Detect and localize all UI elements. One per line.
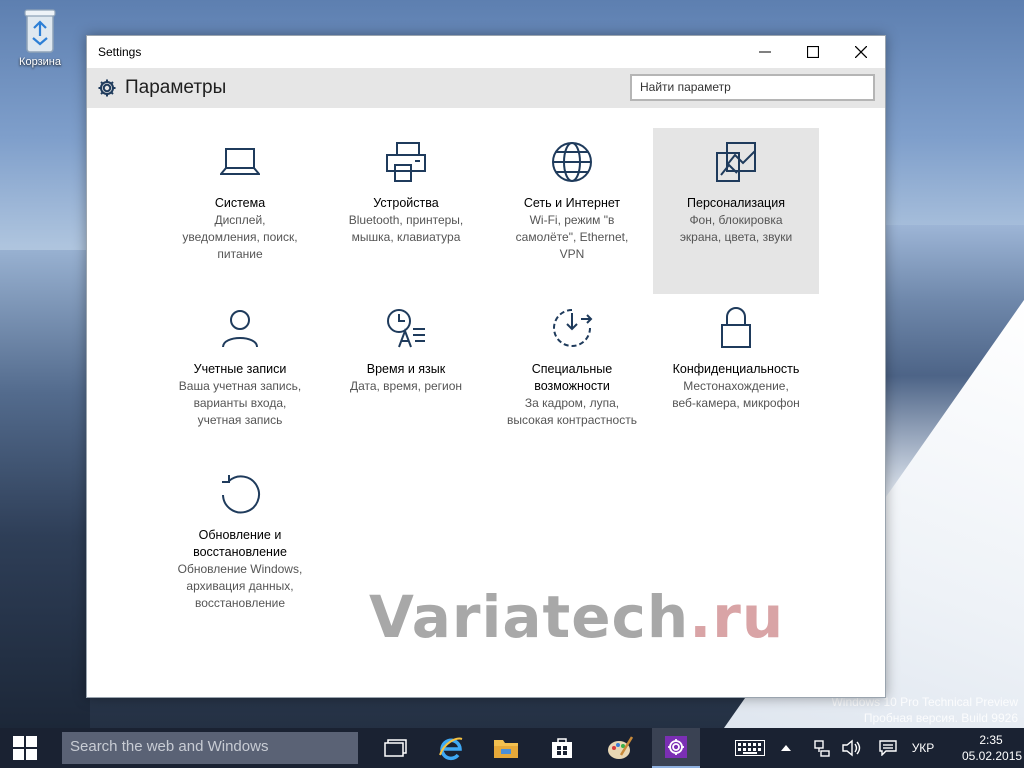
tile-name: Персонализация bbox=[687, 196, 785, 210]
action-center-button[interactable] bbox=[876, 728, 900, 768]
tile-desc: Дисплей, уведомления, поиск, питание bbox=[182, 213, 298, 261]
clock-time: 2:35 bbox=[979, 733, 1003, 747]
store-icon bbox=[552, 738, 572, 758]
tile-devices[interactable]: Устройства Bluetooth, принтеры, мышка, кл… bbox=[323, 128, 489, 294]
window-controls bbox=[741, 36, 885, 68]
tile-name: Время и язык bbox=[366, 362, 446, 376]
keyboard-icon bbox=[735, 740, 765, 756]
tile-desc: Wi-Fi, режим "в самолёте", Ethernet, VPN bbox=[515, 213, 629, 261]
tile-name: Специальные возможности bbox=[531, 362, 613, 393]
title-bar[interactable]: Settings bbox=[87, 36, 885, 68]
network-tray-button[interactable] bbox=[810, 728, 834, 768]
settings-window: Settings Параметры Найти параметр Систем… bbox=[86, 35, 886, 698]
tile-desc: За кадром, лупа, высокая контрастность bbox=[507, 396, 637, 427]
update-icon bbox=[222, 475, 260, 514]
file-explorer-button[interactable] bbox=[482, 728, 530, 768]
recycle-bin-label: Корзина bbox=[19, 56, 61, 68]
tile-name: Устройства bbox=[373, 196, 439, 210]
close-icon bbox=[855, 46, 867, 58]
tile-system[interactable]: Система Дисплей, уведомления, поиск, питан… bbox=[157, 128, 323, 294]
store-button[interactable] bbox=[538, 728, 586, 768]
settings-icon bbox=[665, 736, 687, 758]
paint-app-button[interactable] bbox=[596, 728, 644, 768]
tile-accounts[interactable]: Учетные записи Ваша учетная запись, вариа… bbox=[157, 294, 323, 460]
tile-name: Обновление и восстановление bbox=[193, 528, 287, 559]
tile-desc: Фон, блокировка экрана, цвета, звуки bbox=[679, 213, 793, 244]
file-explorer-icon bbox=[494, 740, 518, 758]
recycle-bin-icon bbox=[24, 9, 56, 53]
maximize-icon bbox=[807, 46, 819, 58]
tile-desc: Bluetooth, принтеры, мышка, клавиатура bbox=[348, 213, 464, 244]
tile-desc: Местонахождение, веб-камера, микрофон bbox=[672, 379, 800, 410]
gear-icon bbox=[97, 78, 117, 98]
close-button[interactable] bbox=[837, 36, 885, 68]
recycle-bin[interactable]: Корзина bbox=[12, 6, 68, 68]
tile-accessibility[interactable]: Специальные возможности За кадром, лупа, в… bbox=[489, 294, 655, 460]
page-title: Параметры bbox=[125, 77, 227, 98]
task-view-button[interactable] bbox=[372, 728, 420, 768]
paint-icon bbox=[716, 142, 756, 182]
tile-name: Сеть и Интернет bbox=[523, 196, 621, 210]
paint-app-icon bbox=[608, 736, 633, 759]
tile-name: Система bbox=[214, 196, 266, 210]
maximize-button[interactable] bbox=[789, 36, 837, 68]
tile-time-language[interactable]: Время и язык Дата, время, регион bbox=[323, 294, 489, 460]
os-watermark-line2: Пробная версия. Build 9926 bbox=[863, 711, 1018, 725]
windows-logo-icon bbox=[13, 736, 37, 760]
accessibility-icon bbox=[553, 309, 593, 347]
site-watermark: Variatech.ru bbox=[369, 583, 784, 651]
settings-header: Параметры Найти параметр bbox=[87, 68, 885, 108]
tile-personalization[interactable]: Персонализация Фон, блокировка экрана, цв… bbox=[653, 128, 819, 294]
touch-keyboard-button[interactable] bbox=[732, 728, 768, 768]
settings-search-input[interactable]: Найти параметр bbox=[630, 74, 875, 101]
laptop-icon bbox=[220, 148, 260, 175]
show-hidden-icons-button[interactable] bbox=[776, 728, 796, 768]
watermark-suffix: .ru bbox=[689, 583, 785, 651]
internet-explorer-button[interactable] bbox=[427, 728, 475, 768]
globe-icon bbox=[552, 142, 592, 182]
minimize-icon bbox=[759, 51, 771, 53]
person-icon bbox=[222, 310, 258, 348]
watermark-main: Variatech bbox=[369, 583, 690, 651]
lock-icon bbox=[721, 307, 751, 348]
clock[interactable]: 2:35 05.02.2015 bbox=[962, 732, 1023, 764]
taskbar-search-input[interactable]: Search the web and Windows bbox=[62, 732, 358, 764]
internet-explorer-icon bbox=[439, 737, 463, 761]
network-icon bbox=[814, 740, 830, 757]
window-title: Settings bbox=[98, 45, 142, 59]
notification-icon bbox=[879, 740, 897, 756]
tile-update-recovery[interactable]: Обновление и восстановление Обновление Wi… bbox=[157, 460, 323, 626]
task-view-icon bbox=[384, 739, 407, 757]
tile-desc: Дата, время, регион bbox=[349, 379, 463, 393]
tile-privacy[interactable]: Конфиденциальность Местонахождение, веб-к… bbox=[653, 294, 819, 460]
time-language-icon bbox=[387, 309, 425, 348]
printer-icon bbox=[386, 142, 426, 182]
language-indicator[interactable]: УКР bbox=[906, 728, 940, 768]
tile-name: Конфиденциальность bbox=[672, 362, 800, 376]
tile-name: Учетные записи bbox=[193, 362, 287, 376]
speaker-icon bbox=[842, 739, 861, 757]
settings-taskbar-button[interactable] bbox=[652, 728, 700, 768]
os-build-watermark: Windows 10 Pro Technical Preview Пробная… bbox=[831, 694, 1018, 726]
minimize-button[interactable] bbox=[741, 36, 789, 68]
taskbar: Search the web and Windows УКР 2:35 05.0… bbox=[0, 728, 1024, 768]
volume-tray-button[interactable] bbox=[840, 728, 864, 768]
desktop-wallpaper-left bbox=[0, 250, 90, 728]
tile-desc: Обновление Windows, архивация данных, восс… bbox=[177, 562, 303, 610]
tile-network[interactable]: Сеть и Интернет Wi-Fi, режим "в самолёте"… bbox=[489, 128, 655, 294]
chevron-up-icon bbox=[781, 745, 791, 751]
start-button[interactable] bbox=[0, 728, 50, 768]
clock-date: 05.02.2015 bbox=[962, 749, 1023, 763]
tile-desc: Ваша учетная запись, варианты входа, учетн… bbox=[178, 379, 302, 427]
